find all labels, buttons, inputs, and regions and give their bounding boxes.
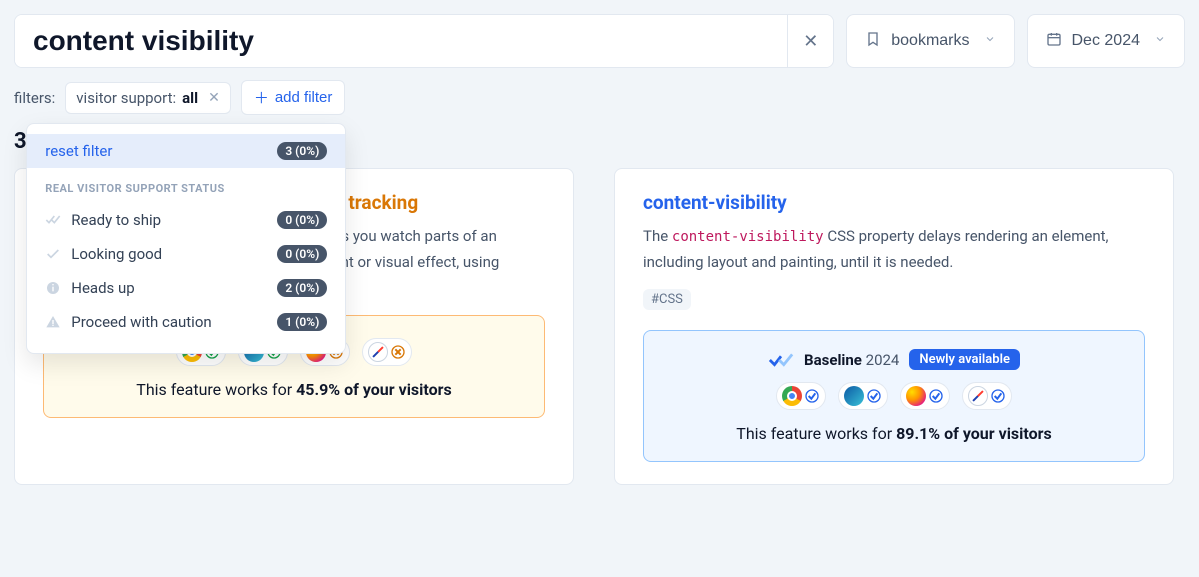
dropdown-item-label: reset filter bbox=[45, 142, 112, 160]
dropdown-item-label: Heads up bbox=[71, 279, 134, 297]
dropdown-item-looking-good[interactable]: Looking good 0 (0%) bbox=[27, 237, 345, 271]
plus-icon: ＋ bbox=[254, 87, 269, 108]
clear-search-button[interactable]: ✕ bbox=[787, 15, 833, 67]
feature-card: content-visibility The content-visibilit… bbox=[614, 168, 1174, 485]
check-icon bbox=[990, 388, 1006, 404]
dropdown-item-badge: 0 (0%) bbox=[277, 211, 327, 229]
code-token: content-visibility bbox=[672, 229, 824, 245]
check-icon bbox=[45, 246, 61, 262]
baseline-box: Baseline 2024 Newly available This featu… bbox=[643, 330, 1145, 462]
baseline-label: Baseline 2024 bbox=[804, 351, 899, 369]
date-button[interactable]: Dec 2024 bbox=[1027, 14, 1186, 68]
calendar-icon bbox=[1046, 31, 1062, 52]
date-label: Dec 2024 bbox=[1072, 32, 1141, 50]
support-percentage: 89.1% of your visitors bbox=[896, 424, 1052, 443]
add-filter-label: add filter bbox=[275, 89, 333, 106]
dropdown-item-ready[interactable]: Ready to ship 0 (0%) bbox=[27, 203, 345, 237]
dropdown-item-badge: 2 (0%) bbox=[277, 279, 327, 297]
check-icon bbox=[866, 388, 882, 404]
feature-card-description: The content-visibility CSS property dela… bbox=[643, 224, 1145, 275]
filters-label: filters: bbox=[14, 89, 55, 107]
check-icon bbox=[804, 388, 820, 404]
firefox-icon bbox=[906, 386, 926, 406]
browser-chip-edge bbox=[838, 382, 888, 410]
add-filter-button[interactable]: ＋ add filter bbox=[241, 80, 346, 115]
close-icon: ✕ bbox=[803, 31, 818, 52]
support-summary: This feature works for 45.9% of your vis… bbox=[66, 380, 522, 399]
info-icon bbox=[45, 280, 61, 296]
filter-dropdown: reset filter 3 (0%) REAL VISITOR SUPPORT… bbox=[26, 123, 346, 354]
dropdown-item-caution[interactable]: Proceed with caution 1 (0%) bbox=[27, 305, 345, 339]
feature-tag[interactable]: #CSS bbox=[643, 289, 691, 310]
check-icon bbox=[928, 388, 944, 404]
dropdown-item-heads-up[interactable]: Heads up 2 (0%) bbox=[27, 271, 345, 305]
close-icon[interactable]: ✕ bbox=[208, 90, 220, 106]
dropdown-item-label: Looking good bbox=[71, 245, 162, 263]
chevron-down-icon bbox=[1154, 32, 1166, 50]
dropdown-item-badge: 1 (0%) bbox=[277, 313, 327, 331]
bookmarks-button[interactable]: bookmarks bbox=[846, 14, 1014, 68]
bookmark-icon bbox=[865, 31, 881, 52]
search-container: ✕ bbox=[14, 14, 834, 68]
filter-chip-prefix: visitor support: bbox=[76, 89, 176, 107]
filter-chip-value: all bbox=[182, 89, 198, 107]
cross-icon bbox=[390, 344, 406, 360]
chevron-down-icon bbox=[984, 32, 996, 50]
search-input[interactable] bbox=[15, 15, 787, 67]
safari-icon bbox=[968, 386, 988, 406]
dropdown-item-badge: 0 (0%) bbox=[277, 245, 327, 263]
filter-chip-visitor-support[interactable]: visitor support: all ✕ reset filter 3 (0… bbox=[65, 82, 231, 114]
baseline-check-icon bbox=[768, 351, 794, 369]
browser-chip-safari bbox=[962, 382, 1012, 410]
feature-card-title[interactable]: content-visibility bbox=[643, 191, 1145, 214]
browser-chip-safari bbox=[362, 338, 412, 366]
browser-chip-chrome bbox=[776, 382, 826, 410]
dropdown-section-heading: REAL VISITOR SUPPORT STATUS bbox=[27, 168, 345, 203]
browser-chip-firefox bbox=[900, 382, 950, 410]
dropdown-item-label: Ready to ship bbox=[71, 211, 161, 229]
dropdown-item-badge: 3 (0%) bbox=[277, 142, 327, 160]
edge-icon bbox=[844, 386, 864, 406]
chrome-icon bbox=[782, 386, 802, 406]
safari-icon bbox=[368, 342, 388, 362]
double-check-icon bbox=[45, 212, 61, 228]
support-summary: This feature works for 89.1% of your vis… bbox=[666, 424, 1122, 443]
warning-icon bbox=[45, 314, 61, 330]
dropdown-item-reset[interactable]: reset filter 3 (0%) bbox=[27, 134, 345, 168]
dropdown-item-label: Proceed with caution bbox=[71, 313, 211, 331]
newly-available-badge: Newly available bbox=[909, 349, 1020, 370]
support-percentage: 45.9% of your visitors bbox=[296, 380, 452, 399]
bookmarks-label: bookmarks bbox=[891, 32, 969, 50]
